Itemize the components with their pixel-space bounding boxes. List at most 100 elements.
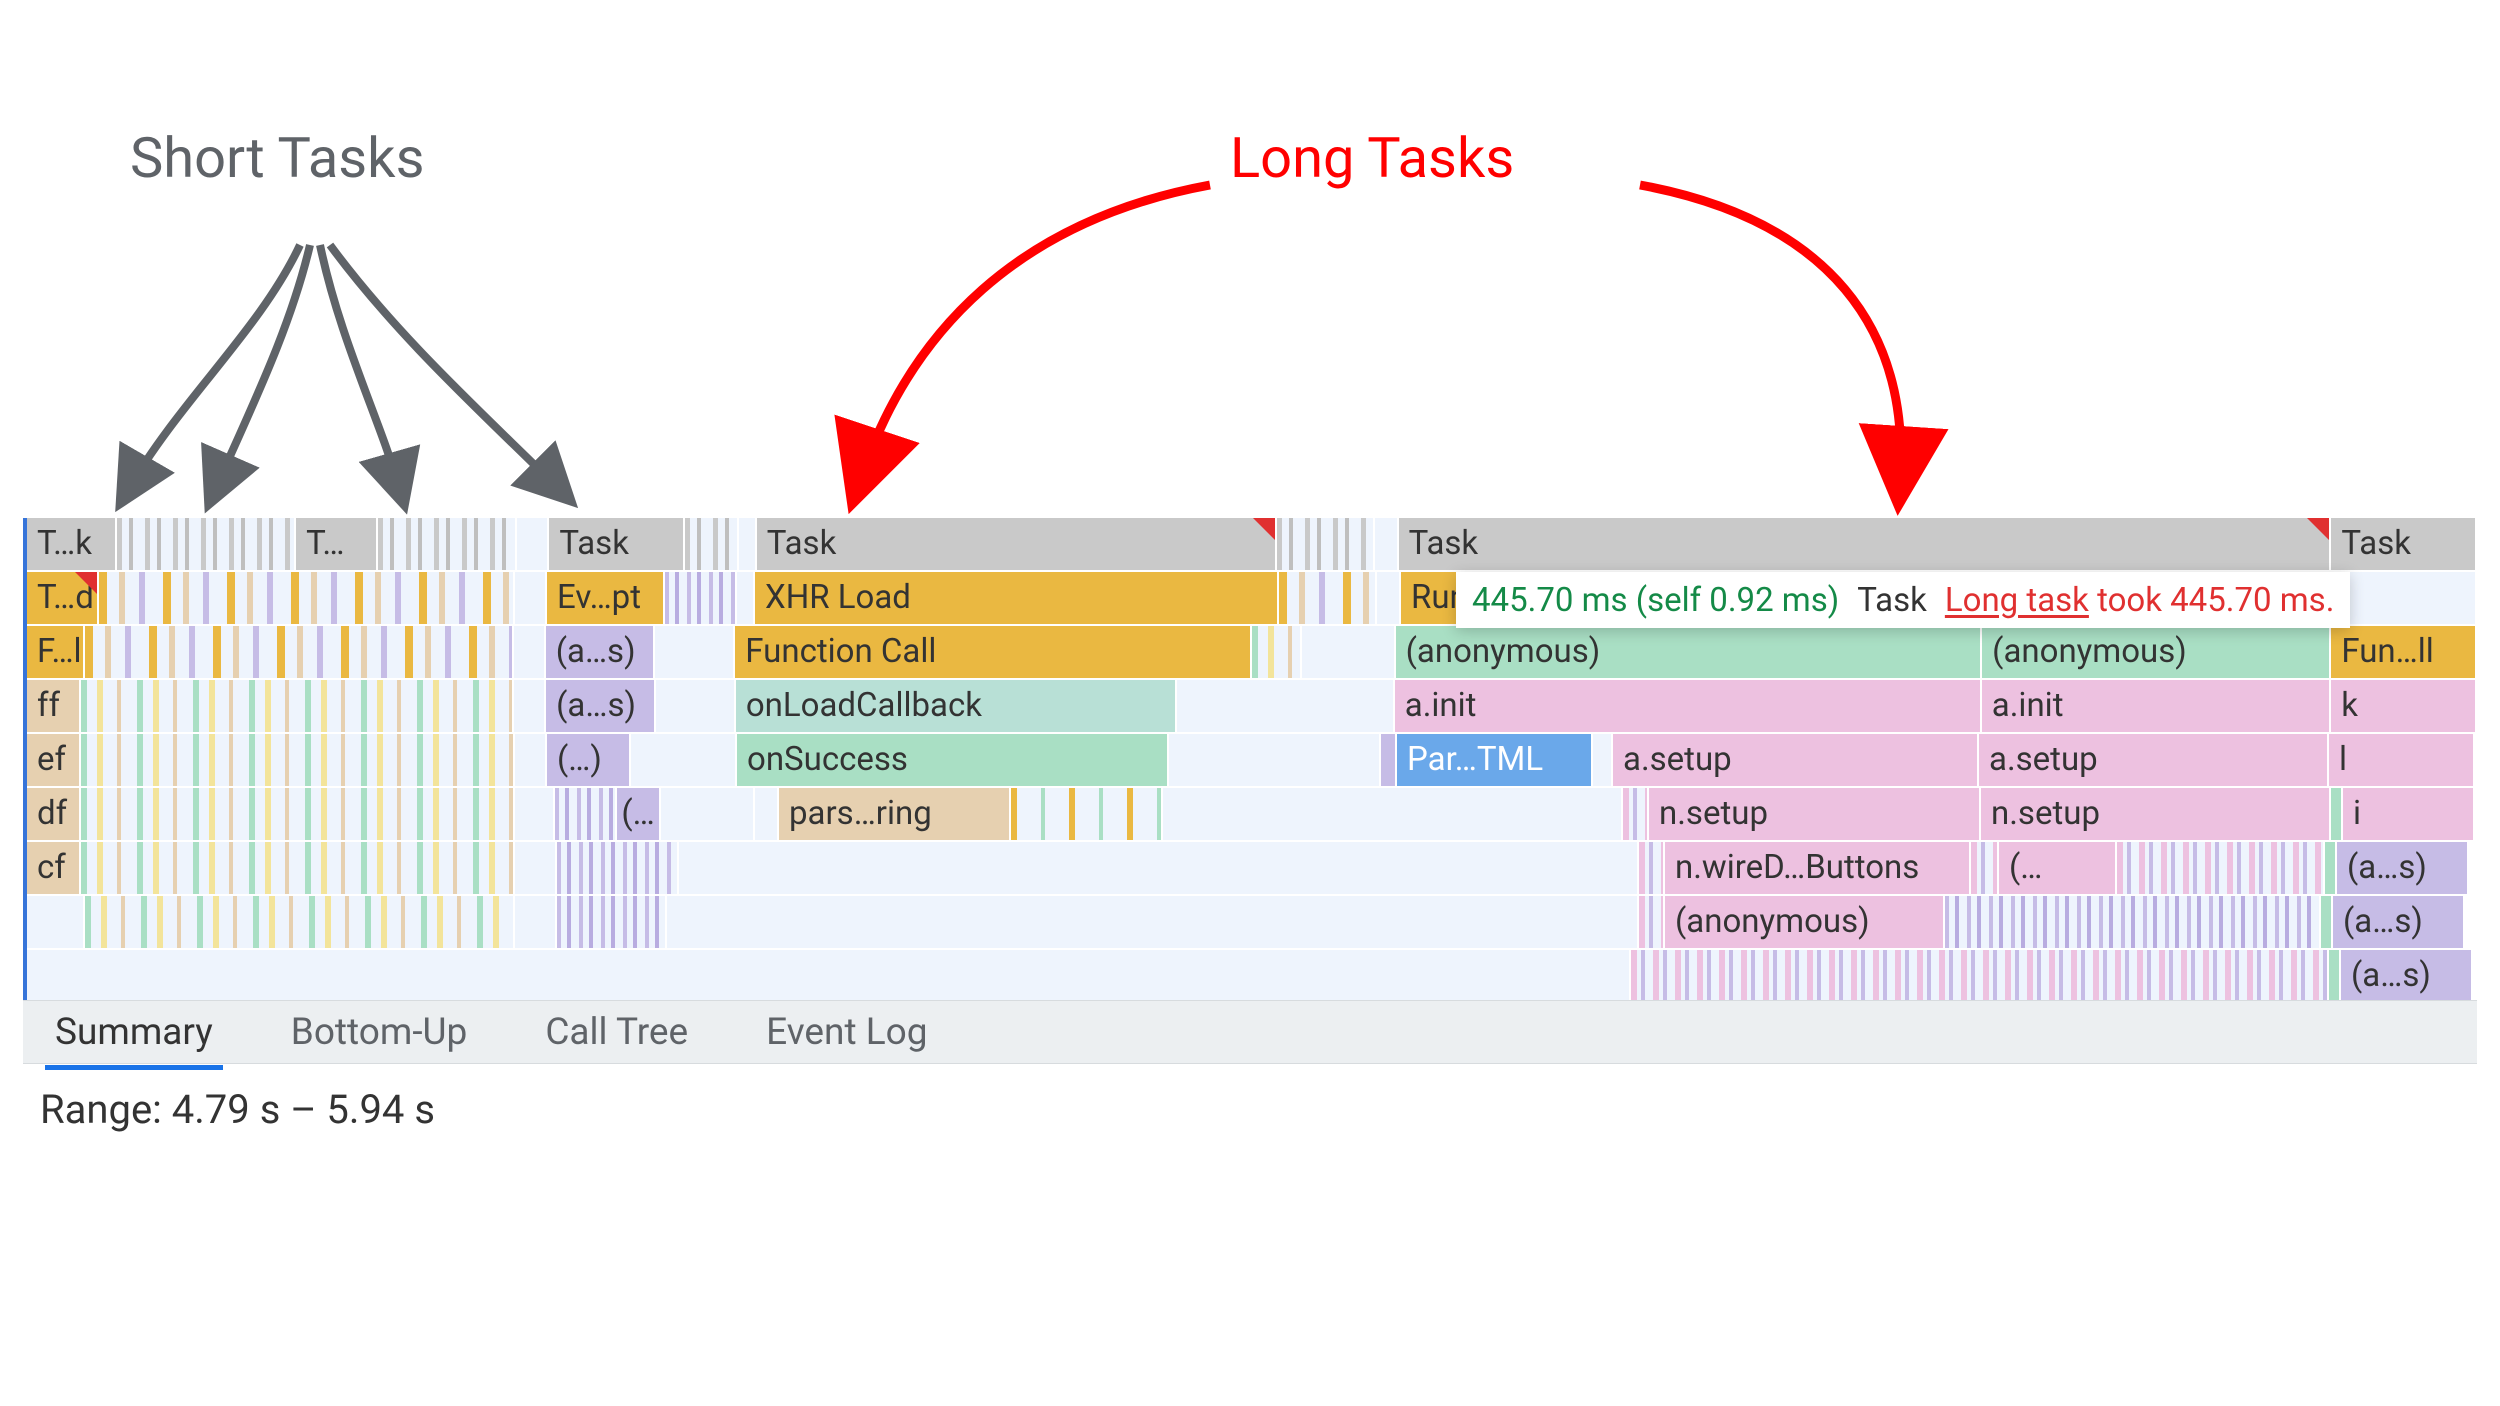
gap	[679, 842, 1637, 894]
gap	[655, 626, 733, 678]
long-task-marker-icon	[1253, 518, 1275, 540]
frame-sliver-group[interactable]	[1631, 950, 2327, 1002]
frame-bar[interactable]: a.init	[1982, 680, 2329, 732]
frame-sliver-group[interactable]	[1945, 896, 2319, 948]
frame-bar[interactable]: Fun…ll	[2331, 626, 2475, 678]
frame-bar[interactable]: pars…ring	[779, 788, 1009, 840]
frame-bar[interactable]: n.wireD…Buttons	[1665, 842, 1969, 894]
gap	[1169, 734, 1379, 786]
frame-sliver-group[interactable]	[1623, 788, 1647, 840]
frame-sliver-group[interactable]	[555, 788, 615, 840]
range-label: Range: 4.79 s – 5.94 s	[40, 1086, 435, 1133]
task-bar[interactable]: T…	[296, 518, 376, 570]
gap	[515, 788, 553, 840]
frame-bar[interactable]: a.init	[1395, 680, 1980, 732]
gap	[514, 626, 544, 678]
gap	[515, 734, 545, 786]
gap	[631, 734, 735, 786]
frame-bar[interactable]: (…	[617, 788, 659, 840]
frame-sliver-group[interactable]	[81, 842, 513, 894]
frame-bar[interactable]: (…)	[547, 734, 629, 786]
task-sliver-group[interactable]	[117, 518, 294, 570]
frame-bar[interactable]: T…d	[27, 572, 97, 624]
gap	[661, 788, 753, 840]
frame-bar[interactable]: i	[2343, 788, 2473, 840]
tab-bottom-up[interactable]: Bottom-Up	[287, 1001, 472, 1064]
frame-bar[interactable]: a.setup	[1613, 734, 1977, 786]
frame-sliver[interactable]	[2331, 788, 2341, 840]
frame-bar[interactable]: onLoadCallback	[736, 680, 1175, 732]
task-bar[interactable]: Task	[549, 518, 683, 570]
frame-sliver-group[interactable]	[665, 572, 735, 624]
gap	[515, 572, 545, 624]
frame-sliver-group[interactable]	[85, 896, 513, 948]
frame-bar[interactable]: (anonymous)	[1982, 626, 2329, 678]
frame-sliver[interactable]	[2325, 842, 2335, 894]
frame-bar[interactable]: (a…s)	[546, 626, 654, 678]
frame-sliver-group[interactable]	[557, 842, 677, 894]
frame-bar[interactable]: Par…TML	[1397, 734, 1591, 786]
frame-sliver[interactable]	[2321, 896, 2331, 948]
frame-bar[interactable]: (anonymous)	[1396, 626, 1981, 678]
frame-bar[interactable]: k	[2331, 680, 2475, 732]
task-bar-long[interactable]: Task	[757, 518, 1275, 570]
tab-call-tree[interactable]: Call Tree	[541, 1001, 692, 1064]
frame-bar[interactable]: (a…s)	[2337, 842, 2467, 894]
task-sliver-group[interactable]	[685, 518, 737, 570]
frame-bar[interactable]: n.setup	[1649, 788, 1979, 840]
frame-bar[interactable]: cf	[27, 842, 79, 894]
gap	[1375, 518, 1397, 570]
frame-sliver-group[interactable]	[1252, 626, 1300, 678]
frame-sliver-group[interactable]	[81, 734, 513, 786]
frame-sliver-group[interactable]	[1279, 572, 1375, 624]
frame-sliver[interactable]	[1381, 734, 1395, 786]
frame-bar[interactable]: l	[2329, 734, 2473, 786]
details-tabs: Summary Bottom-Up Call Tree Event Log	[23, 1000, 2477, 1064]
gap	[517, 518, 547, 570]
frame-sliver-group[interactable]	[1639, 896, 1663, 948]
frame-bar[interactable]: Function Call	[735, 626, 1250, 678]
frame-bar[interactable]: n.setup	[1981, 788, 2329, 840]
frame-sliver-group[interactable]	[85, 626, 512, 678]
task-sliver-group[interactable]	[378, 518, 516, 570]
frame-sliver-group[interactable]	[1011, 788, 1161, 840]
gap	[667, 896, 1637, 948]
gap	[514, 680, 544, 732]
frame-bar[interactable]: onSuccess	[737, 734, 1167, 786]
gap	[1163, 788, 1621, 840]
frame-sliver-group[interactable]	[99, 572, 513, 624]
frame-bar[interactable]: F…l	[27, 626, 83, 678]
task-bar-long[interactable]: Task	[1399, 518, 2330, 570]
frame-sliver-group[interactable]	[1971, 842, 1997, 894]
frame-bar[interactable]: (…	[1999, 842, 2115, 894]
frame-sliver-group[interactable]	[557, 896, 665, 948]
tab-event-log[interactable]: Event Log	[762, 1001, 931, 1064]
frame-bar[interactable]: (anonymous)	[1665, 896, 1943, 948]
frame-bar[interactable]: Ev…pt	[547, 572, 663, 624]
frame-bar[interactable]: XHR Load	[755, 572, 1277, 624]
frame-bar[interactable]: (a…s)	[546, 680, 654, 732]
frame-sliver[interactable]	[2329, 950, 2339, 1002]
task-sliver-group[interactable]	[1277, 518, 1373, 570]
frame-bar[interactable]: (a…s)	[2341, 950, 2471, 1002]
frame-sliver-group[interactable]	[81, 680, 512, 732]
long-task-marker-icon	[2307, 518, 2329, 540]
frame-sliver-group[interactable]	[81, 788, 513, 840]
frame-bar[interactable]: ef	[27, 734, 79, 786]
annotation-short-tasks: Short Tasks	[130, 125, 424, 191]
tooltip-long-task-link[interactable]: Long task	[1945, 581, 2089, 620]
gap	[739, 518, 755, 570]
task-bar[interactable]: T…k	[27, 518, 115, 570]
gap	[755, 788, 777, 840]
gap	[515, 842, 555, 894]
frame-sliver-group[interactable]	[2117, 842, 2323, 894]
task-bar[interactable]: Task	[2331, 518, 2475, 570]
frame-bar[interactable]: a.setup	[1979, 734, 2327, 786]
gap	[1302, 626, 1394, 678]
frame-bar[interactable]: df	[27, 788, 79, 840]
frame-sliver-group[interactable]	[1639, 842, 1663, 894]
frame-bar[interactable]: ff	[27, 680, 79, 732]
frame-bar[interactable]: (a…s)	[2333, 896, 2463, 948]
tab-summary[interactable]: Summary	[51, 1001, 217, 1064]
gap	[737, 572, 753, 624]
